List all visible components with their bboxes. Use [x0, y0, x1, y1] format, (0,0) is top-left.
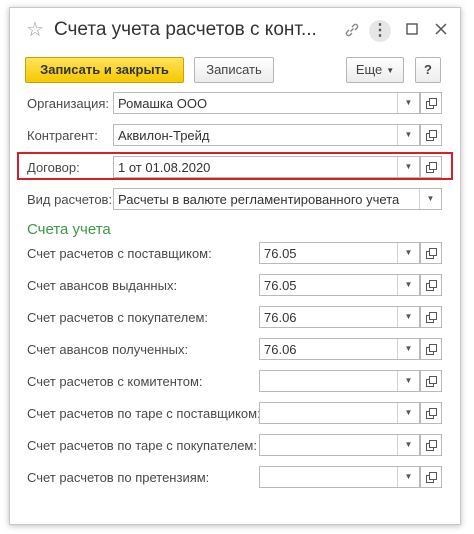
account-row-open-button[interactable]	[420, 434, 442, 456]
star-icon[interactable]: ☆	[26, 20, 44, 40]
calc-type-select[interactable]: Расчеты в валюте регламентированного уче…	[113, 188, 442, 210]
accounts-section-title: Счета учета	[27, 221, 111, 238]
dropdown-arrow-icon[interactable]: ▼	[397, 403, 419, 423]
account-row-open-button[interactable]	[420, 370, 442, 392]
contract-label: Договор:	[27, 160, 80, 175]
account-row-open-button[interactable]	[420, 242, 442, 264]
dropdown-arrow-icon: ▼	[386, 65, 395, 75]
close-icon[interactable]	[432, 22, 450, 40]
organization-field[interactable]: Ромашка ООО ▼	[113, 92, 420, 114]
dropdown-arrow-icon[interactable]: ▼	[397, 371, 419, 391]
contractor-label: Контрагент:	[27, 128, 98, 143]
open-form-icon	[426, 312, 437, 323]
open-form-icon	[426, 248, 437, 259]
contract-value: 1 от 01.08.2020	[118, 160, 211, 175]
account-row-open-button[interactable]	[420, 402, 442, 424]
more-button[interactable]: Еще ▼	[346, 57, 404, 83]
dropdown-arrow-icon[interactable]: ▼	[419, 189, 441, 209]
organization-open-button[interactable]	[420, 92, 442, 114]
open-form-icon	[426, 472, 437, 483]
account-row-field[interactable]: 76.06 ▼	[259, 338, 420, 360]
contract-open-button[interactable]	[420, 156, 442, 178]
account-row-field[interactable]: ▼	[259, 402, 420, 424]
open-form-icon	[426, 162, 437, 173]
account-row-value: 76.06	[264, 310, 297, 325]
dropdown-arrow-icon[interactable]: ▼	[397, 243, 419, 263]
account-row-field[interactable]: 76.05 ▼	[259, 274, 420, 296]
window-title: Счета учета расчетов с конт...	[54, 19, 317, 40]
account-row-label: Счет расчетов с покупателем:	[27, 310, 208, 325]
account-row-value: 76.05	[264, 246, 297, 261]
account-row-field[interactable]: ▼	[259, 466, 420, 488]
save-and-close-button[interactable]: Записать и закрыть	[25, 57, 184, 83]
account-row-label: Счет расчетов по таре с поставщиком:	[27, 406, 261, 421]
dropdown-arrow-icon[interactable]: ▼	[397, 157, 419, 177]
dropdown-arrow-icon[interactable]: ▼	[397, 93, 419, 113]
account-row-field[interactable]: 76.05 ▼	[259, 242, 420, 264]
open-form-icon	[426, 130, 437, 141]
open-form-icon	[426, 98, 437, 109]
contractor-field[interactable]: Аквилон-Трейд ▼	[113, 124, 420, 146]
account-row-open-button[interactable]	[420, 306, 442, 328]
calc-type-value: Расчеты в валюте регламентированного уче…	[118, 192, 400, 207]
open-form-icon	[426, 280, 437, 291]
dropdown-arrow-icon[interactable]: ▼	[397, 125, 419, 145]
title-bar: ☆ Счета учета расчетов с конт... ⋮	[10, 8, 460, 54]
link-icon[interactable]	[343, 22, 361, 40]
open-form-icon	[426, 408, 437, 419]
contractor-open-button[interactable]	[420, 124, 442, 146]
organization-value: Ромашка ООО	[118, 96, 208, 111]
account-row-open-button[interactable]	[420, 466, 442, 488]
open-form-icon	[426, 344, 437, 355]
dropdown-arrow-icon[interactable]: ▼	[397, 435, 419, 455]
help-button[interactable]: ?	[415, 57, 441, 83]
maximize-icon[interactable]	[403, 22, 421, 40]
save-button[interactable]: Записать	[194, 57, 274, 83]
account-row-field[interactable]: ▼	[259, 370, 420, 392]
more-button-label: Еще	[355, 62, 383, 77]
more-vertical-icon[interactable]: ⋮	[369, 20, 391, 42]
account-row-field[interactable]: 76.06 ▼	[259, 306, 420, 328]
account-row-label: Счет расчетов по претензиям:	[27, 470, 210, 485]
account-row-label: Счет авансов полученных:	[27, 342, 189, 357]
account-row-label: Счет расчетов с комитентом:	[27, 374, 203, 389]
account-row-label: Счет расчетов с поставщиком:	[27, 246, 212, 261]
form-window: ☆ Счета учета расчетов с конт... ⋮ Запис…	[9, 7, 461, 525]
contractor-value: Аквилон-Трейд	[118, 128, 210, 143]
account-row-open-button[interactable]	[420, 338, 442, 360]
account-row-label: Счет расчетов по таре с покупателем:	[27, 438, 257, 453]
dropdown-arrow-icon[interactable]: ▼	[397, 307, 419, 327]
account-row-open-button[interactable]	[420, 274, 442, 296]
dropdown-arrow-icon[interactable]: ▼	[397, 275, 419, 295]
calc-type-label: Вид расчетов:	[27, 192, 113, 207]
account-row-value: 76.06	[264, 342, 297, 357]
dropdown-arrow-icon[interactable]: ▼	[397, 467, 419, 487]
organization-label: Организация:	[27, 96, 110, 111]
dropdown-arrow-icon[interactable]: ▼	[397, 339, 419, 359]
account-row-value: 76.05	[264, 278, 297, 293]
open-form-icon	[426, 440, 437, 451]
contract-field[interactable]: 1 от 01.08.2020 ▼	[113, 156, 420, 178]
open-form-icon	[426, 376, 437, 387]
account-row-label: Счет авансов выданных:	[27, 278, 178, 293]
account-row-field[interactable]: ▼	[259, 434, 420, 456]
